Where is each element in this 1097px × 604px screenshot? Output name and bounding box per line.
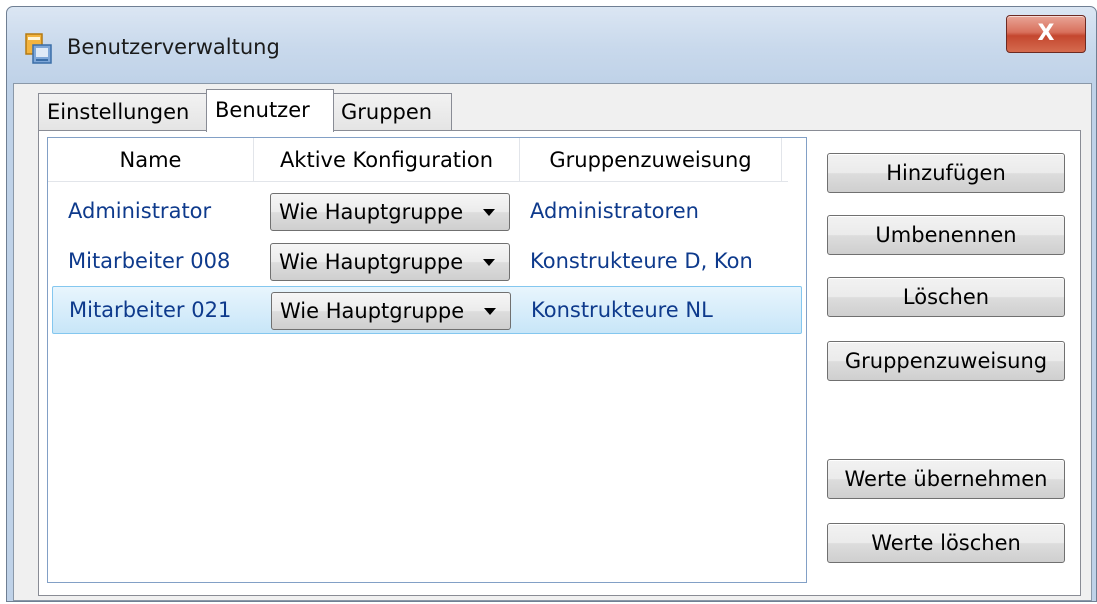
assign-group-button[interactable]: Gruppenzuweisung bbox=[827, 341, 1065, 381]
dialog-client-area: Einstellungen Benutzer Gruppen Name Akti… bbox=[13, 83, 1092, 601]
clear-values-button[interactable]: Werte löschen bbox=[827, 523, 1065, 563]
apply-values-button[interactable]: Werte übernehmen bbox=[827, 459, 1065, 499]
add-user-button[interactable]: Hinzufügen bbox=[827, 153, 1065, 193]
user-name: Mitarbeiter 008 bbox=[68, 249, 231, 273]
config-dropdown-value: Wie Hauptgruppe bbox=[279, 250, 464, 274]
config-dropdown[interactable]: Wie Hauptgruppe bbox=[270, 243, 510, 281]
close-icon: X bbox=[1037, 21, 1055, 46]
column-header-group-assignment[interactable]: Gruppenzuweisung bbox=[520, 138, 782, 182]
window-title: Benutzerverwaltung bbox=[67, 35, 280, 59]
group-assignment: Administratoren bbox=[530, 199, 699, 223]
action-buttons: Hinzufügen Umbenennen Löschen Gruppenzuw… bbox=[827, 131, 1067, 591]
tab-benutzer[interactable]: Benutzer bbox=[206, 89, 334, 132]
list-row[interactable]: Administrator Wie Hauptgruppe Administra… bbox=[52, 188, 802, 236]
config-dropdown[interactable]: Wie Hauptgruppe bbox=[270, 193, 510, 231]
close-button[interactable]: X bbox=[1006, 15, 1086, 53]
column-header-active-config[interactable]: Aktive Konfiguration bbox=[254, 138, 520, 182]
list-row-selected[interactable]: Mitarbeiter 021 Wie Hauptgruppe Konstruk… bbox=[52, 286, 802, 334]
config-dropdown-value: Wie Hauptgruppe bbox=[280, 299, 465, 323]
chevron-down-icon bbox=[483, 259, 495, 266]
group-assignment: Konstrukteure D, Kon bbox=[530, 249, 753, 273]
user-name: Administrator bbox=[68, 199, 212, 223]
chevron-down-icon bbox=[483, 209, 495, 216]
column-header-name[interactable]: Name bbox=[48, 138, 254, 182]
list-header: Name Aktive Konfiguration Gruppenzuweisu… bbox=[48, 138, 788, 182]
user-admin-window: Benutzerverwaltung X Einstellungen Benut… bbox=[6, 6, 1097, 602]
delete-user-button[interactable]: Löschen bbox=[827, 277, 1065, 317]
chevron-down-icon bbox=[484, 308, 496, 315]
user-admin-icon bbox=[25, 33, 52, 64]
list-row[interactable]: Mitarbeiter 008 Wie Hauptgruppe Konstruk… bbox=[52, 238, 802, 286]
user-list[interactable]: Name Aktive Konfiguration Gruppenzuweisu… bbox=[47, 137, 807, 583]
config-dropdown-value: Wie Hauptgruppe bbox=[279, 200, 464, 224]
config-dropdown[interactable]: Wie Hauptgruppe bbox=[271, 292, 511, 330]
tab-gruppen[interactable]: Gruppen bbox=[332, 93, 452, 131]
title-bar[interactable]: Benutzerverwaltung X bbox=[7, 7, 1096, 83]
user-name: Mitarbeiter 021 bbox=[69, 298, 232, 322]
tab-einstellungen[interactable]: Einstellungen bbox=[38, 93, 208, 131]
rename-user-button[interactable]: Umbenennen bbox=[827, 215, 1065, 255]
group-assignment: Konstrukteure NL bbox=[531, 298, 713, 322]
tab-panel-benutzer: Name Aktive Konfiguration Gruppenzuweisu… bbox=[38, 130, 1081, 596]
